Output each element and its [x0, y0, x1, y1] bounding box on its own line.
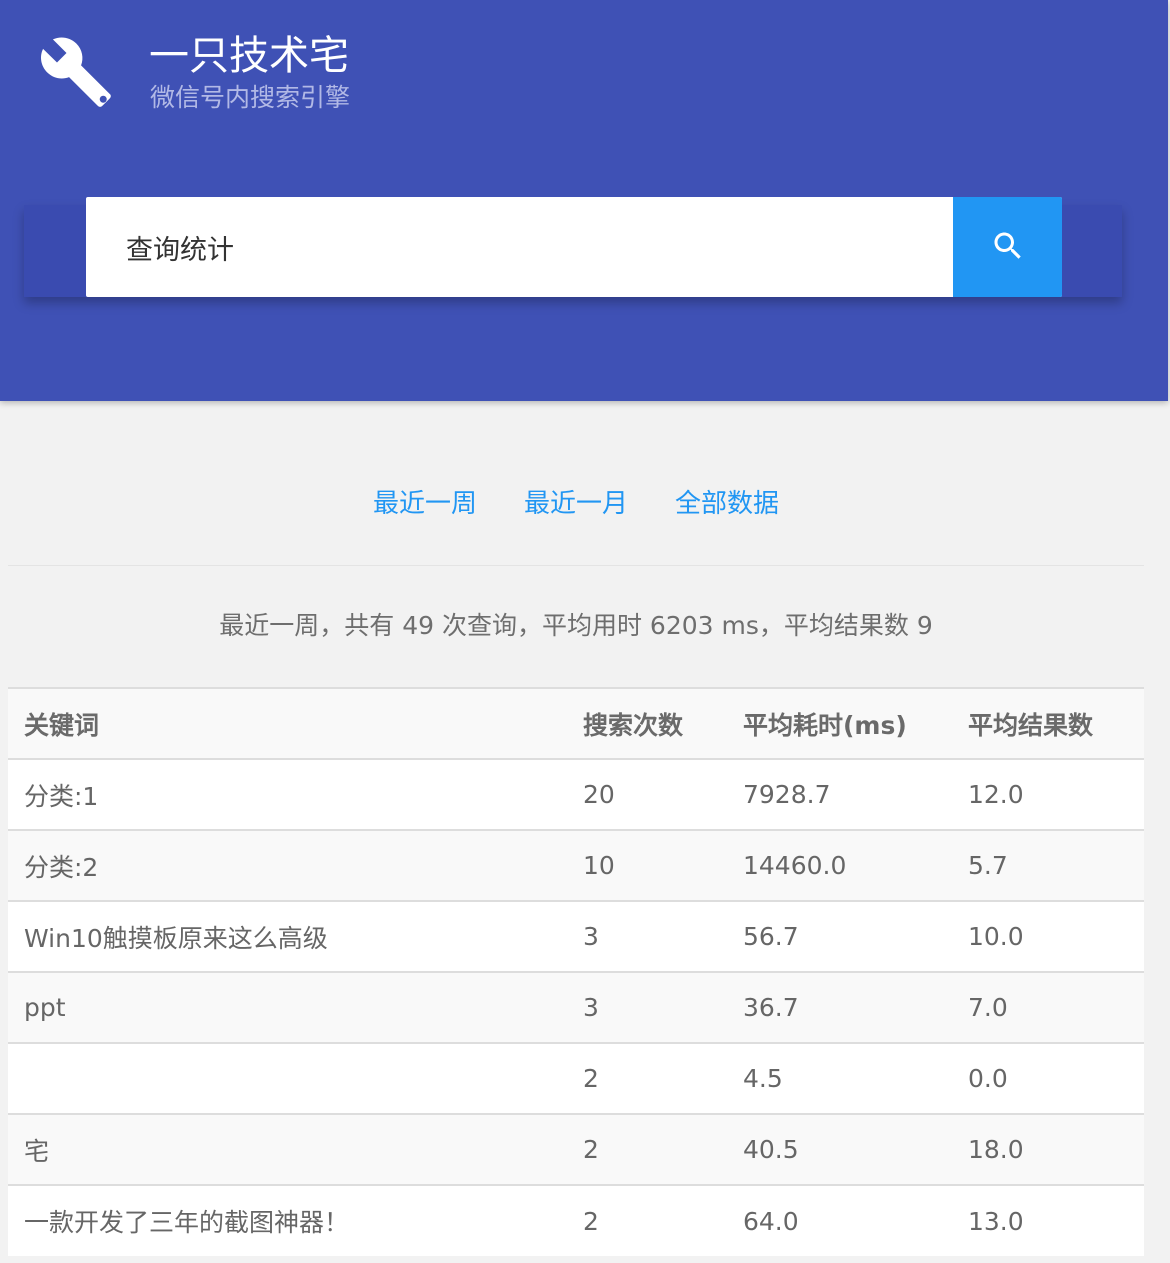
cell-avg-results: 0.0	[952, 1042, 1144, 1114]
cell-avg-results: 5.7	[952, 829, 1144, 901]
cell-keyword: ppt	[8, 971, 567, 1043]
search-input[interactable]	[86, 197, 953, 297]
cell-keyword: 一款开发了三年的截图神器！	[8, 1184, 567, 1256]
header-avg-results: 平均结果数	[952, 687, 1144, 759]
cell-avg-time: 14460.0	[727, 829, 952, 901]
cell-keyword: 分类:1	[8, 758, 567, 830]
cell-search-count: 20	[567, 758, 727, 830]
stats-summary: 最近一周，共有 49 次查询，平均用时 6203 ms，平均结果数 9	[219, 611, 933, 640]
cell-keyword	[8, 1042, 567, 1114]
cell-keyword: Win10触摸板原来这么高级	[8, 900, 567, 972]
table-header-row: 关键词 搜索次数 平均耗时(ms) 平均结果数	[8, 687, 1144, 759]
query-stats-table: 关键词 搜索次数 平均耗时(ms) 平均结果数 分类:1 20 7928.7 1…	[8, 687, 1144, 1256]
cell-search-count: 2	[567, 1042, 727, 1114]
site-title: 一只技术宅	[149, 33, 349, 79]
cell-avg-time: 40.5	[727, 1113, 952, 1185]
cell-keyword: 宅	[8, 1113, 567, 1185]
cell-avg-results: 12.0	[952, 758, 1144, 830]
table-row: 宅 2 40.5 18.0	[8, 1113, 1144, 1185]
time-range-filter: 最近一周 最近一月 全部数据	[0, 480, 1152, 528]
filter-all-data[interactable]: 全部数据	[675, 480, 779, 528]
cell-search-count: 3	[567, 900, 727, 972]
search-button[interactable]	[953, 197, 1062, 297]
table-row: ppt 3 36.7 7.0	[8, 971, 1144, 1043]
cell-avg-results: 18.0	[952, 1113, 1144, 1185]
cell-keyword: 分类:2	[8, 829, 567, 901]
filter-last-month[interactable]: 最近一月	[524, 480, 628, 528]
table-row: 一款开发了三年的截图神器！ 2 64.0 13.0	[8, 1184, 1144, 1256]
divider	[8, 565, 1144, 566]
cell-search-count: 3	[567, 971, 727, 1043]
cell-avg-results: 13.0	[952, 1184, 1144, 1256]
cell-search-count: 2	[567, 1184, 727, 1256]
cell-avg-time: 64.0	[727, 1184, 952, 1256]
cell-avg-time: 4.5	[727, 1042, 952, 1114]
table-row: Win10触摸板原来这么高级 3 56.7 10.0	[8, 900, 1144, 972]
header-keyword: 关键词	[8, 687, 567, 759]
table-row: 2 4.5 0.0	[8, 1042, 1144, 1114]
table-row: 分类:1 20 7928.7 12.0	[8, 758, 1144, 830]
cell-avg-time: 36.7	[727, 971, 952, 1043]
search-bar	[86, 197, 1062, 297]
wrench-icon	[38, 34, 114, 110]
site-subtitle: 微信号内搜索引擎	[150, 83, 351, 112]
cell-avg-results: 7.0	[952, 971, 1144, 1043]
table-row: 分类:2 10 14460.0 5.7	[8, 829, 1144, 901]
cell-search-count: 2	[567, 1113, 727, 1185]
search-icon	[990, 228, 1026, 267]
cell-avg-results: 10.0	[952, 900, 1144, 972]
filter-last-week[interactable]: 最近一周	[373, 480, 477, 528]
cell-search-count: 10	[567, 829, 727, 901]
site-header: 一只技术宅 微信号内搜索引擎	[0, 0, 1168, 401]
header-avg-time: 平均耗时(ms)	[727, 687, 952, 759]
cell-avg-time: 56.7	[727, 900, 952, 972]
cell-avg-time: 7928.7	[727, 758, 952, 830]
header-search-count: 搜索次数	[567, 687, 727, 759]
